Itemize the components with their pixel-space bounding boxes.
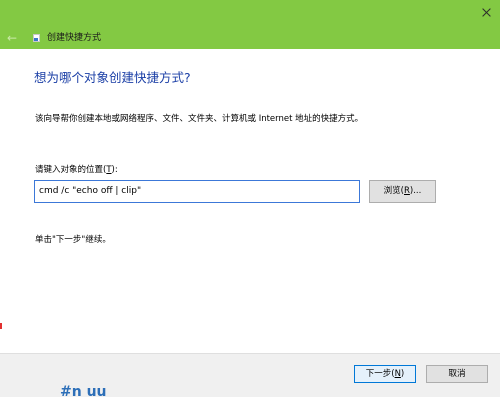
wizard-description: 该向导帮你创建本地或网络程序、文件、文件夹、计算机或 Internet 地址的快… [35, 114, 364, 124]
location-label-prefix: 请键入对象的位置( [35, 165, 107, 175]
background-window-edge [0, 323, 2, 329]
cancel-button[interactable]: 取消 [426, 365, 488, 383]
location-label-suffix: ): [111, 165, 118, 175]
next-button[interactable]: 下一步(N) [354, 365, 416, 383]
wizard-title: 创建快捷方式 [47, 33, 102, 43]
back-arrow-icon[interactable]: ← [7, 32, 23, 44]
title-bar [0, 0, 500, 27]
close-button[interactable] [474, 0, 500, 26]
page-heading: 想为哪个对象创建快捷方式? [34, 70, 191, 85]
background-peek-text: #n uu [60, 385, 107, 397]
location-input[interactable]: cmd /c "echo off | clip" [34, 180, 360, 203]
continue-instruction: 单击"下一步"继续。 [35, 235, 111, 245]
location-field-label: 请键入对象的位置(T): [35, 163, 118, 175]
browse-button[interactable]: 浏览(R)... [369, 180, 436, 203]
shortcut-icon [33, 34, 40, 42]
background-window-peek: #n uu [0, 385, 150, 397]
next-label-prefix: 下一步( [365, 369, 395, 379]
browse-label-suffix: )... [409, 186, 422, 196]
browse-label-prefix: 浏览( [383, 186, 404, 196]
next-label-suffix: ) [400, 369, 405, 379]
